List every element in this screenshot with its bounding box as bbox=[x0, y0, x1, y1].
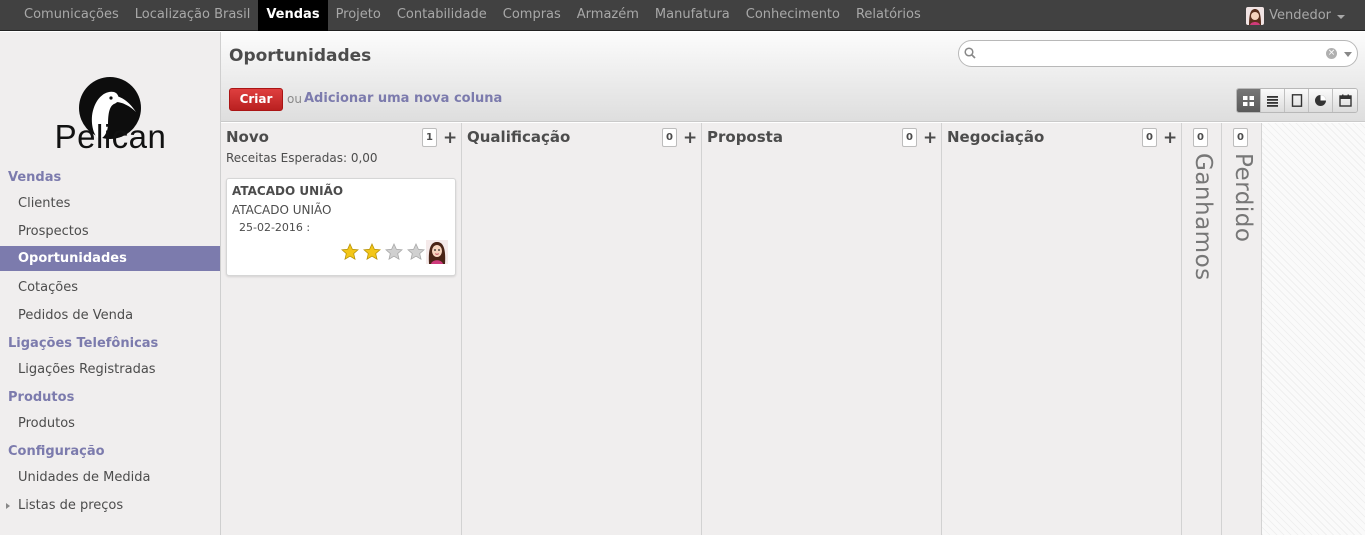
card-date: 25-02-2016 : bbox=[239, 221, 311, 234]
column-count-badge: 0 bbox=[902, 128, 917, 147]
calendar-icon bbox=[1338, 94, 1352, 107]
menu-armazem[interactable]: Armazém bbox=[569, 0, 647, 31]
sidebar-item-unidades-de-medida[interactable]: Unidades de Medida bbox=[0, 464, 220, 492]
column-count-badge: 0 bbox=[1193, 128, 1208, 147]
column-title: Ganhamos bbox=[1190, 153, 1216, 281]
kanban-column-novo: Novo 1 + Receitas Esperadas: 0,00 ATACAD… bbox=[221, 123, 462, 535]
kanban-column-ganhamos[interactable]: 0 Ganhamos bbox=[1182, 123, 1222, 535]
section-vendas: Vendas bbox=[8, 170, 62, 185]
calendar-view-button[interactable] bbox=[1333, 89, 1357, 112]
form-icon bbox=[1291, 94, 1302, 107]
column-count-badge: 0 bbox=[1233, 128, 1248, 147]
kanban-column-qualificacao: Qualificação 0 + bbox=[462, 123, 702, 535]
column-count-badge: 1 bbox=[422, 128, 437, 147]
priority-stars bbox=[340, 242, 428, 262]
logo-text: Pelican bbox=[54, 118, 167, 155]
list-view-button[interactable] bbox=[1261, 89, 1285, 112]
user-name: Vendedor bbox=[1269, 8, 1331, 23]
board-background bbox=[1262, 123, 1365, 535]
app-menu: Comunicações Localização Brasil Vendas P… bbox=[16, 0, 929, 31]
star-filled-icon[interactable] bbox=[340, 242, 360, 262]
expand-triangle-icon bbox=[6, 503, 10, 509]
sidebar-item-listas-de-precos[interactable]: Listas de preços bbox=[0, 492, 220, 520]
column-count-badge: 0 bbox=[1142, 128, 1157, 147]
view-header: Oportunidades × Criar ou Adicionar uma n… bbox=[221, 32, 1365, 122]
star-empty-icon[interactable] bbox=[384, 242, 404, 262]
sidebar: Pelican Vendas Clientes Prospectos Oport… bbox=[0, 32, 221, 535]
kanban-card[interactable]: ATACADO UNIÃO ATACADO UNIÃO 25-02-2016 : bbox=[226, 178, 456, 276]
menu-localizacao-brasil[interactable]: Localização Brasil bbox=[127, 0, 259, 31]
column-count-badge: 0 bbox=[662, 128, 677, 147]
sidebar-item-produtos[interactable]: Produtos bbox=[0, 410, 220, 438]
search-input[interactable] bbox=[981, 45, 1321, 63]
column-title: Novo bbox=[226, 128, 269, 146]
section-ligacoes-telefonicas: Ligações Telefônicas bbox=[8, 336, 159, 351]
menu-contabilidade[interactable]: Contabilidade bbox=[389, 0, 495, 31]
sidebar-item-prospectos[interactable]: Prospectos bbox=[0, 218, 220, 246]
or-label: ou bbox=[287, 92, 302, 106]
menu-conhecimento[interactable]: Conhecimento bbox=[738, 0, 848, 31]
sidebar-item-pedidos-de-venda[interactable]: Pedidos de Venda bbox=[0, 302, 220, 330]
kanban-icon bbox=[1243, 95, 1254, 106]
star-filled-icon[interactable] bbox=[362, 242, 382, 262]
caret-down-icon bbox=[1337, 14, 1345, 19]
kanban-column-negociacao: Negociação 0 + bbox=[942, 123, 1182, 535]
sidebar-nav: Vendas Clientes Prospectos Oportunidades… bbox=[0, 168, 220, 520]
user-avatar-icon bbox=[1246, 6, 1265, 25]
sidebar-item-oportunidades[interactable]: Oportunidades bbox=[0, 246, 220, 271]
sidebar-item-ligacoes-registradas[interactable]: Ligações Registradas bbox=[0, 356, 220, 384]
kanban-view-button[interactable] bbox=[1237, 89, 1261, 112]
page-title: Oportunidades bbox=[229, 46, 372, 66]
sidebar-item-clientes[interactable]: Clientes bbox=[0, 190, 220, 218]
column-title: Negociação bbox=[947, 128, 1045, 146]
clear-search-icon[interactable]: × bbox=[1326, 48, 1337, 59]
sidebar-item-cotacoes[interactable]: Cotações bbox=[0, 274, 220, 302]
star-empty-icon[interactable] bbox=[406, 242, 426, 262]
search-box: × bbox=[958, 40, 1358, 67]
create-button[interactable]: Criar bbox=[229, 88, 283, 111]
graph-view-button[interactable] bbox=[1309, 89, 1333, 112]
column-title: Perdido bbox=[1230, 153, 1256, 243]
column-expected-revenue: Receitas Esperadas: 0,00 bbox=[226, 151, 378, 165]
quick-add-icon[interactable]: + bbox=[1163, 128, 1177, 148]
kanban-column-perdido[interactable]: 0 Perdido bbox=[1222, 123, 1262, 535]
card-title: ATACADO UNIÃO bbox=[232, 184, 344, 198]
column-title: Proposta bbox=[707, 128, 783, 146]
search-icon bbox=[964, 47, 976, 59]
form-view-button[interactable] bbox=[1285, 89, 1309, 112]
list-icon bbox=[1267, 95, 1278, 107]
menu-relatorios[interactable]: Relatórios bbox=[848, 0, 929, 31]
menu-vendas[interactable]: Vendas bbox=[258, 0, 328, 31]
quick-add-icon[interactable]: + bbox=[923, 128, 937, 148]
menu-comunicacoes[interactable]: Comunicações bbox=[16, 0, 127, 31]
quick-add-icon[interactable]: + bbox=[443, 128, 457, 148]
top-menu-bar: Comunicações Localização Brasil Vendas P… bbox=[0, 0, 1365, 31]
kanban-board: Novo 1 + Receitas Esperadas: 0,00 ATACAD… bbox=[221, 123, 1365, 535]
add-column-link[interactable]: Adicionar uma nova coluna bbox=[304, 91, 502, 106]
salesperson-avatar-icon bbox=[426, 240, 448, 264]
menu-projeto[interactable]: Projeto bbox=[328, 0, 389, 31]
column-title: Qualificação bbox=[467, 128, 571, 146]
sidebar-item-label: Listas de preços bbox=[18, 498, 124, 513]
view-switcher bbox=[1236, 88, 1358, 113]
card-partner: ATACADO UNIÃO bbox=[232, 203, 332, 217]
quick-add-icon[interactable]: + bbox=[683, 128, 697, 148]
menu-manufatura[interactable]: Manufatura bbox=[647, 0, 738, 31]
section-configuracao: Configuração bbox=[8, 444, 105, 459]
section-produtos: Produtos bbox=[8, 390, 75, 405]
kanban-column-proposta: Proposta 0 + bbox=[702, 123, 942, 535]
graph-icon bbox=[1315, 95, 1326, 106]
menu-compras[interactable]: Compras bbox=[495, 0, 569, 31]
user-menu[interactable]: Vendedor bbox=[1246, 0, 1345, 31]
search-options-dropdown-icon[interactable] bbox=[1344, 52, 1352, 57]
